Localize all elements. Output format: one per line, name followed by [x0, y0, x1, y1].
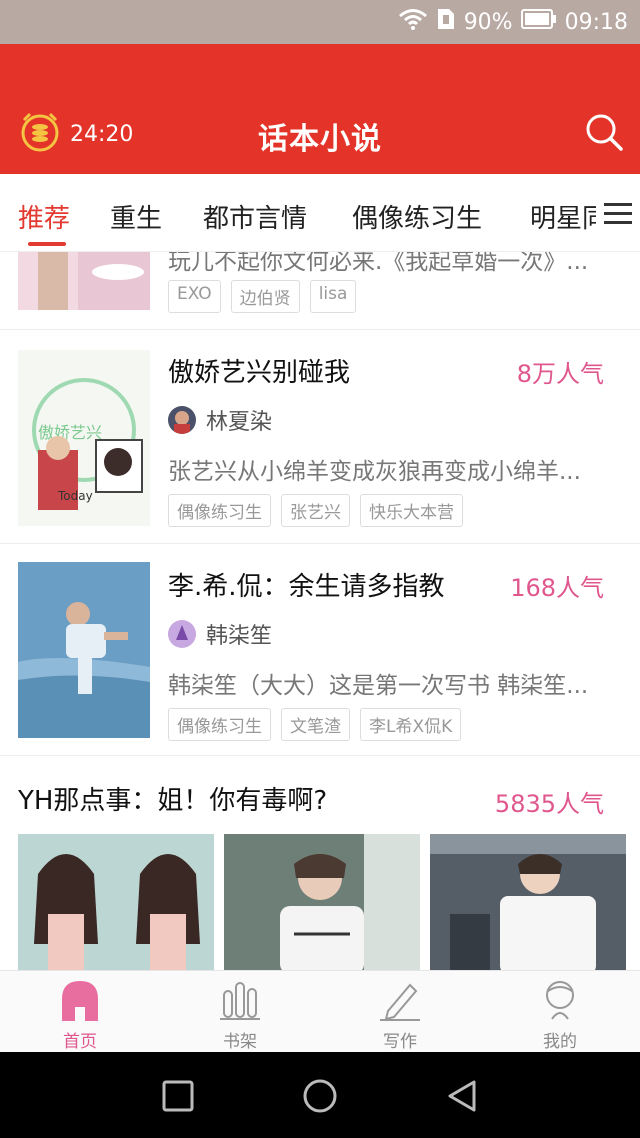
book-card[interactable]: 李.希.侃：余生请多指教 168人气 韩柒笙 韩柒笙（大大）这是第一次写书 韩柒…	[0, 544, 640, 756]
tag[interactable]: 张艺兴	[281, 494, 350, 527]
bottom-navigation: 首页 书架 写作 我的	[0, 970, 640, 1052]
category-tabs: 推荐 重生 都市言情 偶像练习生 明星同	[0, 174, 640, 252]
sim-icon	[436, 7, 456, 37]
system-navigation	[0, 1052, 640, 1138]
nav-label: 书架	[223, 1032, 257, 1052]
book-tags: 偶像练习生 张艺兴 快乐大本营	[168, 494, 463, 527]
tag[interactable]: lisa	[309, 280, 357, 313]
app-header: 24:20 话本小说	[0, 44, 640, 174]
book-cover	[18, 252, 150, 310]
tab-recommend[interactable]: 推荐	[18, 198, 70, 235]
tag[interactable]: 边伯贤	[230, 280, 300, 313]
book-card[interactable]: 玩儿不起你文何必来.《我起草婚一次》... EXO 边伯贤 lisa	[0, 252, 640, 330]
svg-text:Today: Today	[57, 489, 93, 503]
book-description: 张艺兴从小绵羊变成灰狼再变成小绵羊...	[168, 459, 581, 485]
svg-text:傲娇艺兴: 傲娇艺兴	[38, 423, 102, 442]
featured-image	[224, 834, 420, 970]
app-title: 话本小说	[258, 122, 382, 157]
pen-icon	[380, 979, 420, 1021]
featured-image	[430, 834, 626, 970]
home-icon	[60, 979, 100, 1021]
battery-icon	[520, 8, 557, 36]
tag[interactable]: 快乐大本营	[360, 494, 463, 527]
status-bar: 90% 09:18	[0, 0, 640, 44]
book-author[interactable]: 韩柒笙	[168, 618, 272, 650]
book-card[interactable]: 傲娇艺兴 Today 傲娇艺兴别碰我 8万人气 林夏染 张艺兴从小绵羊变成灰狼再变…	[0, 330, 640, 544]
avatar	[168, 620, 196, 648]
nav-label: 首页	[63, 1032, 97, 1052]
tab-urban-romance[interactable]: 都市言情	[203, 198, 307, 235]
popularity: 5835人气	[494, 790, 604, 818]
featured-book[interactable]: YH那点事：姐！你有毒啊? 5835人气	[0, 756, 640, 970]
popularity: 168人气	[510, 574, 604, 602]
book-description: 韩柒笙（大大）这是第一次写书 韩柒笙...	[168, 673, 589, 699]
book-feed: 玩儿不起你文何必来.《我起草婚一次》... EXO 边伯贤 lisa 傲娇艺兴 T…	[0, 252, 640, 970]
book-tags: EXO 边伯贤 lisa	[168, 280, 357, 313]
bookshelf-icon	[220, 979, 260, 1021]
active-tab-indicator	[28, 242, 66, 246]
popularity: 8万人气	[516, 360, 604, 388]
author-name: 韩柒笙	[206, 624, 273, 649]
battery-percent: 90%	[463, 9, 513, 35]
tab-idol-trainee[interactable]: 偶像练习生	[352, 198, 482, 235]
tag[interactable]: 李L希X侃K	[360, 708, 462, 741]
home-button-icon[interactable]	[300, 1076, 340, 1116]
book-cover	[18, 562, 150, 738]
clock: 09:18	[564, 9, 628, 35]
tag[interactable]: 偶像练习生	[168, 708, 271, 741]
profile-icon	[540, 979, 580, 1021]
book-title: 傲娇艺兴别碰我	[168, 358, 351, 388]
book-author[interactable]: 林夏染	[168, 404, 272, 436]
tab-rebirth[interactable]: 重生	[110, 198, 162, 235]
featured-image	[18, 834, 214, 970]
back-icon[interactable]	[442, 1076, 482, 1116]
tag[interactable]: EXO	[168, 280, 221, 313]
nav-home[interactable]: 首页	[0, 971, 160, 1053]
recent-apps-icon[interactable]	[158, 1076, 198, 1116]
avatar	[168, 406, 196, 434]
book-description: 玩儿不起你文何必来.《我起草婚一次》...	[168, 252, 589, 275]
search-icon[interactable]	[584, 112, 624, 152]
nav-write[interactable]: 写作	[320, 971, 480, 1053]
menu-icon[interactable]	[596, 190, 640, 236]
nav-bookshelf[interactable]: 书架	[160, 971, 320, 1053]
tag[interactable]: 文笔渣	[281, 708, 350, 741]
nav-label: 我的	[543, 1032, 577, 1052]
featured-images	[18, 834, 626, 970]
tag[interactable]: 偶像练习生	[168, 494, 271, 527]
nav-label: 写作	[383, 1032, 417, 1052]
nav-profile[interactable]: 我的	[480, 971, 640, 1053]
author-name: 林夏染	[206, 410, 273, 435]
featured-title: YH那点事：姐！你有毒啊?	[18, 786, 328, 816]
book-tags: 偶像练习生 文笔渣 李L希X侃K	[168, 708, 462, 741]
wifi-icon	[398, 8, 428, 36]
book-title: 李.希.侃：余生请多指教	[168, 572, 445, 602]
book-cover: 傲娇艺兴 Today	[18, 350, 150, 526]
